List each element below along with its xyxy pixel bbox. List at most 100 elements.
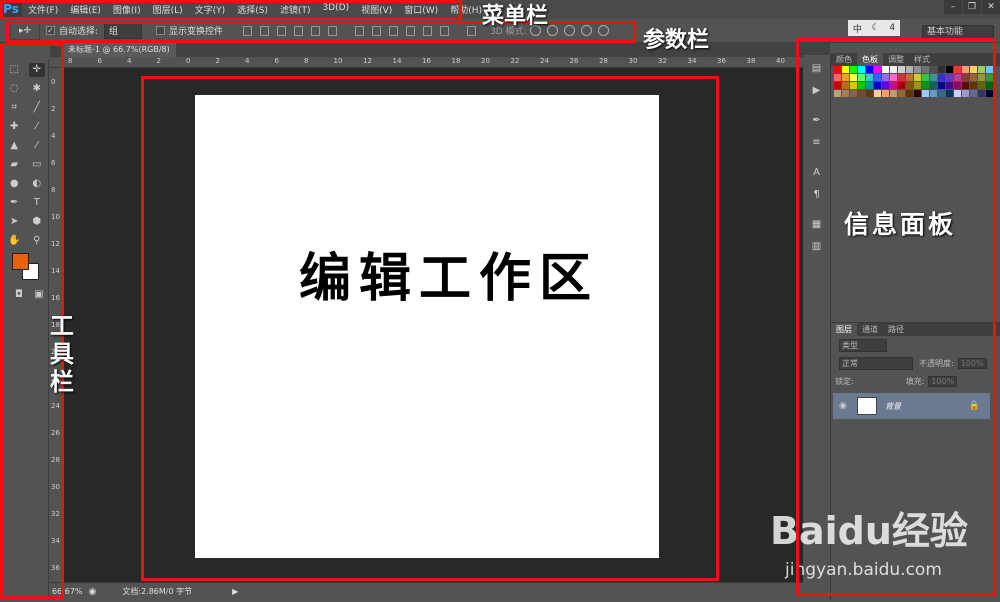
align-vcenter-icon[interactable] bbox=[260, 25, 270, 36]
color-swatch[interactable] bbox=[858, 74, 865, 81]
color-swatch[interactable] bbox=[906, 82, 913, 89]
3d-roll-icon[interactable] bbox=[546, 25, 558, 36]
color-swatch[interactable] bbox=[930, 82, 937, 89]
menu-item-3[interactable]: 图层(L) bbox=[147, 3, 189, 16]
color-swatch[interactable] bbox=[874, 82, 881, 89]
color-swatch[interactable] bbox=[930, 74, 937, 81]
color-swatch[interactable] bbox=[954, 66, 961, 73]
color-swatch[interactable] bbox=[890, 66, 897, 73]
color-swatch[interactable] bbox=[978, 74, 985, 81]
color-swatch[interactable] bbox=[954, 82, 961, 89]
lasso-icon[interactable]: ◌ bbox=[6, 82, 22, 96]
color-swatch[interactable] bbox=[842, 74, 849, 81]
color-swatch[interactable] bbox=[882, 66, 889, 73]
color-swatch[interactable] bbox=[890, 74, 897, 81]
color-swatch[interactable] bbox=[978, 90, 985, 97]
color-swatch[interactable] bbox=[946, 90, 953, 97]
tab-swatches[interactable]: 色板 bbox=[857, 53, 883, 66]
align-hcenter-icon[interactable] bbox=[311, 25, 321, 36]
color-swatch[interactable] bbox=[858, 90, 865, 97]
center-icon[interactable]: 中 bbox=[853, 22, 862, 35]
color-swatch[interactable] bbox=[970, 90, 977, 97]
menu-item-2[interactable]: 图像(I) bbox=[107, 3, 147, 16]
color-swatch[interactable] bbox=[914, 74, 921, 81]
color-swatch[interactable] bbox=[938, 74, 945, 81]
color-swatch[interactable] bbox=[882, 90, 889, 97]
3d-pan-icon[interactable] bbox=[563, 25, 575, 36]
color-swatch[interactable] bbox=[850, 90, 857, 97]
hand-icon[interactable]: ✋ bbox=[6, 234, 22, 248]
distribute-left-icon[interactable] bbox=[406, 25, 416, 36]
color-swatch[interactable] bbox=[930, 90, 937, 97]
tab-adjustments[interactable]: 调整 bbox=[883, 53, 909, 66]
four-icon[interactable]: 4 bbox=[889, 23, 895, 33]
color-swatch[interactable] bbox=[850, 66, 857, 73]
color-swatch[interactable] bbox=[866, 74, 873, 81]
share-icon[interactable]: ◉ bbox=[89, 587, 97, 597]
magic-wand-icon[interactable]: ✱ bbox=[29, 82, 45, 96]
distribute-top-icon[interactable] bbox=[355, 25, 365, 36]
show-transform-checkbox[interactable] bbox=[156, 26, 166, 35]
brush-icon[interactable]: ⁄ bbox=[29, 120, 45, 134]
auto-align-icon[interactable] bbox=[467, 25, 477, 36]
auto-select-dropdown[interactable]: 组 bbox=[104, 22, 143, 39]
tab-styles[interactable]: 样式 bbox=[909, 53, 935, 66]
color-swatch[interactable] bbox=[938, 90, 945, 97]
horizontal-ruler[interactable]: 8 6 4 2 0 2 4 6 8 10 12 14 16 18 20 22 24 26 28 30 32 34 36 38 4… bbox=[50, 57, 844, 68]
zoom-level[interactable]: 66.67% bbox=[52, 587, 83, 596]
info-icon[interactable]: ▥ bbox=[809, 241, 825, 255]
tab-paths[interactable]: 路径 bbox=[883, 323, 909, 336]
menu-item-4[interactable]: 文字(Y) bbox=[189, 3, 232, 16]
color-swatch[interactable] bbox=[866, 90, 873, 97]
tab-color[interactable]: 颜色 bbox=[831, 53, 857, 66]
distribute-right-icon[interactable] bbox=[440, 25, 450, 36]
color-swatch[interactable] bbox=[834, 90, 841, 97]
color-swatch[interactable] bbox=[914, 82, 921, 89]
color-swatch[interactable] bbox=[962, 74, 969, 81]
auto-select-checkbox[interactable]: ✓ bbox=[46, 26, 55, 35]
menu-item-1[interactable]: 编辑(E) bbox=[64, 3, 107, 16]
color-swatch[interactable] bbox=[874, 74, 881, 81]
moon-icon[interactable]: ☾ bbox=[872, 23, 880, 33]
properties-icon[interactable]: ▦ bbox=[809, 219, 825, 233]
color-swatch[interactable] bbox=[962, 82, 969, 89]
swatch-grid[interactable] bbox=[834, 66, 993, 97]
color-swatch[interactable] bbox=[922, 90, 929, 97]
color-swatch[interactable] bbox=[906, 74, 913, 81]
color-swatch[interactable] bbox=[850, 82, 857, 89]
color-swatch[interactable] bbox=[842, 66, 849, 73]
color-swatch[interactable] bbox=[954, 90, 961, 97]
paragraph-icon[interactable]: ¶ bbox=[809, 189, 825, 203]
color-swatch[interactable] bbox=[898, 90, 905, 97]
restore-button[interactable]: ❐ bbox=[963, 0, 981, 14]
color-swatch[interactable] bbox=[946, 74, 953, 81]
distribute-vcenter-icon[interactable] bbox=[372, 25, 382, 36]
pen-icon[interactable]: ✒ bbox=[6, 196, 22, 210]
color-swatch[interactable] bbox=[858, 66, 865, 73]
menu-item-9[interactable]: 窗口(W) bbox=[398, 3, 444, 16]
menu-item-5[interactable]: 选择(S) bbox=[231, 3, 274, 16]
color-swatch[interactable] bbox=[866, 66, 873, 73]
opacity-field[interactable]: 100% bbox=[957, 357, 987, 369]
quick-mask-icon[interactable]: ◘ bbox=[11, 288, 27, 302]
marquee-icon[interactable]: ⬚ bbox=[6, 63, 22, 77]
color-swatch[interactable] bbox=[922, 82, 929, 89]
history-brush-icon[interactable]: ⁄ bbox=[29, 139, 45, 153]
color-swatch[interactable] bbox=[882, 82, 889, 89]
eraser-icon[interactable]: ▰ bbox=[6, 158, 22, 172]
color-swatch[interactable] bbox=[874, 90, 881, 97]
color-swatch[interactable] bbox=[962, 90, 969, 97]
stamp-icon[interactable]: ▲ bbox=[6, 139, 22, 153]
color-swatch[interactable] bbox=[962, 66, 969, 73]
color-swatch[interactable] bbox=[834, 82, 841, 89]
tab-layers[interactable]: 图层 bbox=[831, 323, 857, 336]
shape-icon[interactable]: ⬢ bbox=[29, 215, 45, 229]
align-left-icon[interactable] bbox=[294, 25, 304, 36]
eyedropper-icon[interactable]: ╱ bbox=[29, 101, 45, 115]
layer-row-background[interactable]: ◉ 背景 🔒 bbox=[833, 393, 990, 419]
color-swatch[interactable] bbox=[986, 90, 993, 97]
color-swatch[interactable] bbox=[890, 90, 897, 97]
history-icon[interactable]: ▤ bbox=[809, 63, 825, 77]
menu-item-8[interactable]: 视图(V) bbox=[355, 3, 398, 16]
color-swatch[interactable] bbox=[930, 66, 937, 73]
